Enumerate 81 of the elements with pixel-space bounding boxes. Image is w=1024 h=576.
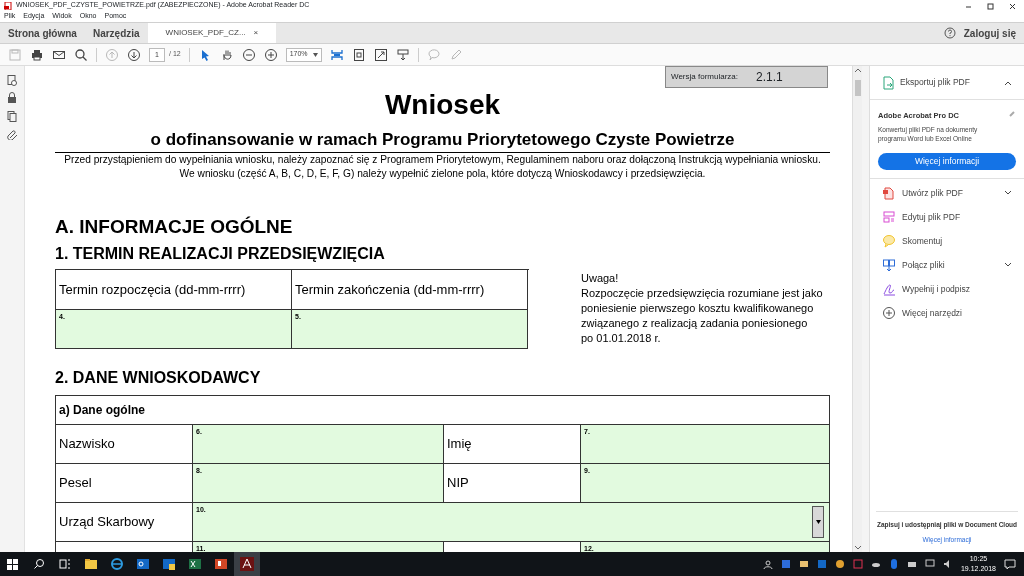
field-label: Nazwisko <box>56 425 193 464</box>
field-label: NIP <box>444 464 581 503</box>
tool-label: Eksportuj plik PDF <box>900 76 971 89</box>
note-line: poniesienie pierwszego kosztu kwalifikowanego <box>581 301 815 316</box>
tab-label: WNIOSEK_PDF_CZ... <box>165 27 246 39</box>
tool-label: Wypełnij i podpisz <box>902 282 971 296</box>
note-line: Rozpoczęcie przedsięwzięcia rozumiane jest jako <box>581 286 823 301</box>
pages-icon[interactable] <box>6 110 18 122</box>
caret-icon <box>815 520 821 524</box>
fit-width-icon[interactable] <box>329 47 344 62</box>
sign-in-link[interactable]: Zaloguj się <box>963 25 1016 41</box>
tool-item[interactable]: Wypełnij i podpisz <box>870 277 1024 301</box>
tool-label: Więcej narzędzi <box>902 306 963 320</box>
section-heading: A. INFORMACJE OGÓLNE <box>55 215 294 239</box>
tab-close-button[interactable]: × <box>253 27 259 39</box>
signature-icon <box>882 282 896 296</box>
up-caret-icon[interactable] <box>853 66 862 74</box>
document-subtitle: o dofinansowanie w ramach Programu Priorytetowego Czyste Powietrze <box>55 130 830 153</box>
export-file-icon <box>882 75 894 90</box>
document-tab[interactable]: WNIOSEK_PDF_CZ... × <box>147 23 277 43</box>
document-title: Wniosek <box>383 88 502 122</box>
monitor-icon[interactable] <box>924 559 935 569</box>
dropdown-button[interactable] <box>812 506 824 538</box>
table-header-cell: Termin rozpoczęcia (dd-mm-rrrr) <box>56 270 292 310</box>
scrollbar[interactable] <box>852 66 862 552</box>
network-icon[interactable] <box>906 559 917 569</box>
version-label: Wersja formularza: <box>671 71 738 83</box>
table-header-cell: Termin zakończenia (dd-mm-rrrr) <box>292 270 528 310</box>
bluetooth-icon[interactable] <box>888 559 899 569</box>
printer-icon[interactable] <box>30 47 44 62</box>
edit-layout-icon <box>882 210 896 224</box>
app-tray-icon[interactable] <box>834 559 845 569</box>
tool-item[interactable]: Utwórz plik PDF <box>870 181 1024 205</box>
caret-icon <box>312 52 318 57</box>
table-heading: a) Dane ogólne <box>56 396 830 425</box>
scroll-thumb[interactable] <box>854 80 861 96</box>
chevron-up-icon[interactable] <box>1004 79 1012 86</box>
scroll-icon[interactable] <box>395 47 410 62</box>
app-tray-icon[interactable] <box>780 559 791 569</box>
nav-tab[interactable]: Narzędzia <box>84 23 148 43</box>
search-icon[interactable] <box>74 47 88 62</box>
more-info-button[interactable]: Więcej informacji <box>878 153 1016 170</box>
combine-files-icon <box>882 258 896 272</box>
down-caret-icon[interactable] <box>853 544 862 552</box>
note-line: związanego z realizacją zadania poniesionego <box>581 316 809 331</box>
chevron-down-icon[interactable] <box>1004 262 1012 268</box>
app-tray-icon[interactable] <box>816 559 827 569</box>
chevron-down-icon[interactable] <box>1004 190 1012 196</box>
pdf-app-icon[interactable] <box>238 554 256 574</box>
field-label: Pesel <box>56 464 193 503</box>
tool-item[interactable]: Skomentuj <box>870 229 1024 253</box>
notification-icon[interactable] <box>1004 558 1016 570</box>
document-search-icon[interactable] <box>6 74 18 86</box>
speech-bubble-icon <box>882 234 896 248</box>
create-pdf-icon <box>882 186 896 200</box>
tool-label: Skomentuj <box>902 234 944 248</box>
envelope-icon[interactable] <box>798 559 809 569</box>
zoom-out-icon[interactable] <box>241 47 256 62</box>
tool-label: Utwórz plik PDF <box>902 186 964 200</box>
fit-page-icon[interactable] <box>351 47 366 62</box>
tool-label: Połącz pliki <box>902 258 946 272</box>
note-line: po 01.01.2018 r. <box>581 331 662 346</box>
zoom-in-icon[interactable] <box>263 47 278 62</box>
tool-item[interactable]: Więcej narzędzi <box>870 301 1024 325</box>
export-pdf-item[interactable]: Eksportuj plik PDF <box>870 66 1024 100</box>
version-number: 2.1.1 <box>756 69 783 86</box>
note-line: Uwaga! <box>581 271 620 286</box>
padlock-icon[interactable] <box>6 92 18 104</box>
tool-item[interactable]: Połącz pliki <box>870 253 1024 277</box>
field-label: Imię <box>444 425 581 464</box>
nav-tab[interactable]: Strona główna <box>0 23 85 43</box>
section-heading: 2. DANE WNIOSKODAWCY <box>55 368 262 388</box>
section-heading: 1. TERMIN REALIZACJI PRZEDSIĘWZIĘCIA <box>55 244 386 264</box>
expand-icon[interactable] <box>373 47 388 62</box>
people-icon[interactable] <box>762 559 773 569</box>
tool-item[interactable]: Edytuj plik PDF <box>870 205 1024 229</box>
plus-circle-icon <box>882 306 896 320</box>
intro-paragraph: Przed przystąpieniem do wypełniania wniosku, należy zapoznać się z Programem Priorytetowym, Regulaminem naboru oraz dołączoną Instrukcją wypełniania wniosku. We wniosku (część A, B, C, D, E, F, G) należy wypełnić zielone pola, które dotyczą Wnioskodawcy i przedsięwzięcia. <box>63 153 822 181</box>
help-icon[interactable] <box>943 27 956 39</box>
field-label: Urząd Skarbowy <box>56 503 193 542</box>
tool-label: Edytuj plik PDF <box>902 210 962 224</box>
